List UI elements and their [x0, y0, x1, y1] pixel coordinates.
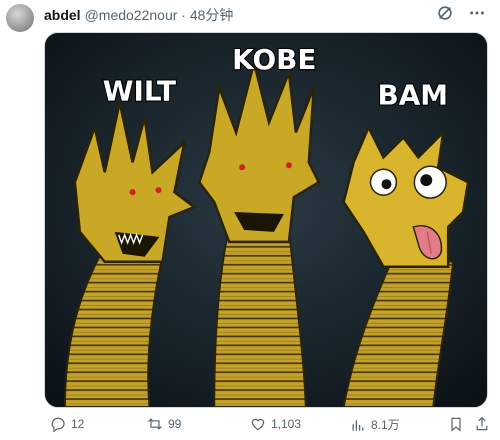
share-button[interactable]	[474, 416, 490, 432]
header-actions	[436, 4, 486, 22]
heart-icon	[251, 418, 265, 431]
tweet-header: abdel @medo22nour · 48分钟	[44, 5, 233, 25]
retweet-icon	[148, 418, 162, 430]
retweet-count: 99	[168, 417, 182, 431]
share-icon	[476, 416, 488, 431]
views-button[interactable]: 8.1万	[350, 416, 400, 433]
views-icon	[352, 419, 364, 431]
meme-image[interactable]: WILT KOBE BAM	[44, 32, 488, 408]
label-bam: BAM	[377, 79, 448, 112]
reply-count: 12	[71, 417, 85, 431]
label-kobe: KOBE	[232, 43, 316, 76]
label-wilt: WILT	[103, 75, 176, 108]
bookmark-icon	[451, 417, 461, 432]
view-count: 8.1万	[371, 418, 400, 432]
action-bar: 12 99 1,103 8.1万	[50, 416, 490, 434]
grok-icon[interactable]	[436, 4, 454, 22]
avatar[interactable]	[6, 4, 34, 32]
retweet-button[interactable]: 99	[147, 416, 181, 432]
author-name[interactable]: abdel	[44, 7, 81, 23]
like-count: 1,103	[271, 417, 302, 431]
more-icon[interactable]	[468, 4, 486, 22]
author-handle-and-time[interactable]: @medo22nour · 48分钟	[85, 5, 234, 25]
bookmark-button[interactable]	[448, 416, 464, 432]
tweet: abdel @medo22nour · 48分钟 WILT KOBE BAM 1…	[0, 0, 500, 440]
like-button[interactable]: 1,103	[250, 416, 301, 432]
reply-button[interactable]: 12	[50, 416, 84, 432]
reply-icon	[51, 417, 65, 432]
